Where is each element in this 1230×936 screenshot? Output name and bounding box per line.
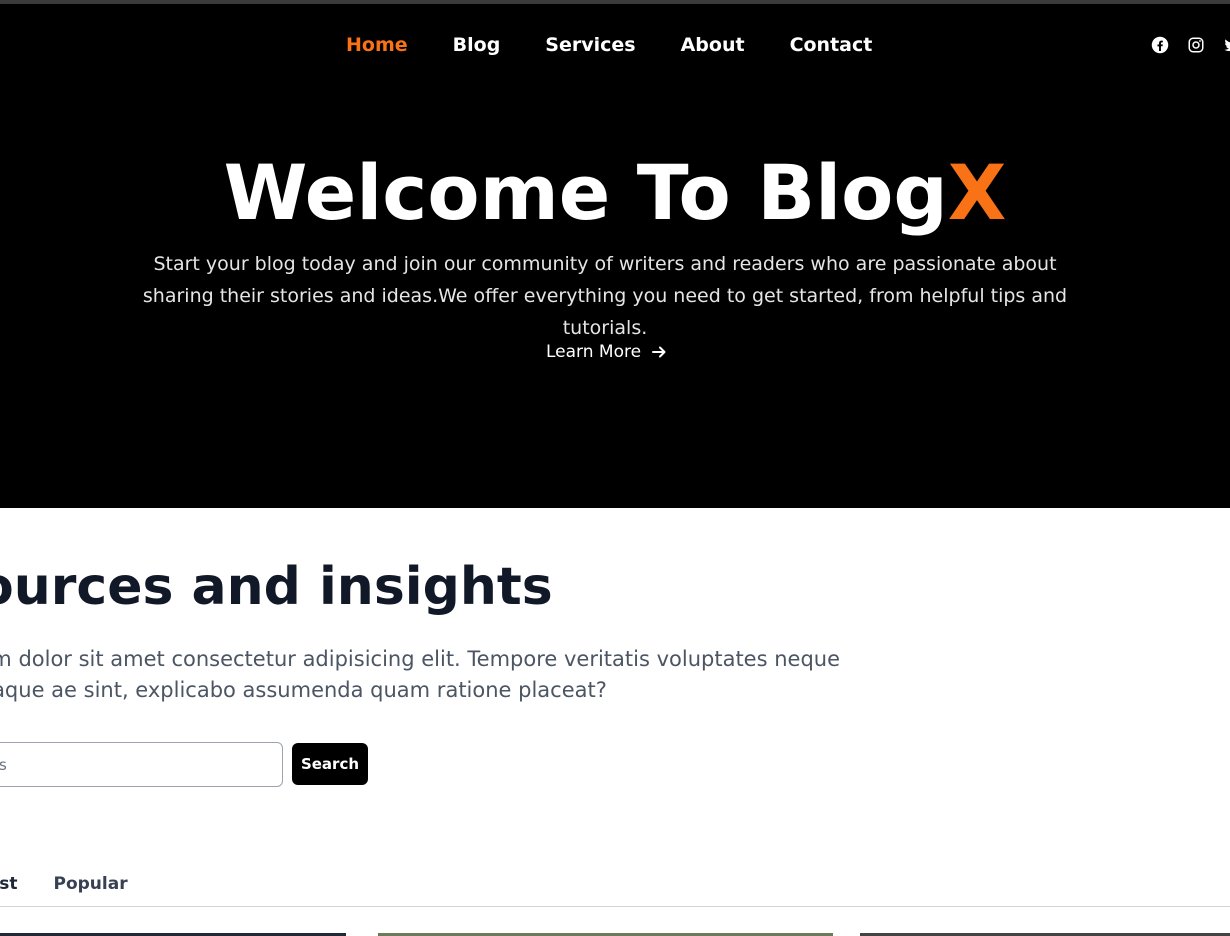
- main-nav: Home Blog Services About Contact: [346, 30, 917, 60]
- resources-description: um dolor sit amet consectetur adipisicin…: [0, 647, 841, 702]
- nav-services[interactable]: Services: [545, 30, 635, 60]
- post-tabs: west Popular: [0, 870, 128, 898]
- tab-divider: [0, 906, 1230, 907]
- facebook-icon[interactable]: [1151, 36, 1169, 54]
- page: Home Blog Services About Contact Welcome…: [0, 0, 1230, 936]
- nav-home[interactable]: Home: [346, 30, 408, 60]
- top-bar: [0, 0, 1230, 4]
- learn-more-button[interactable]: Learn More: [546, 338, 667, 366]
- nav-contact[interactable]: Contact: [790, 30, 873, 60]
- resources-title: ources and insights: [0, 557, 553, 617]
- instagram-icon[interactable]: [1187, 36, 1205, 54]
- social-links: [1151, 36, 1230, 54]
- hero-subtitle: Start your blog today and join our commu…: [142, 253, 1068, 339]
- arrow-right-icon: [652, 346, 666, 358]
- learn-more-label: Learn More: [546, 342, 642, 362]
- nav-about[interactable]: About: [681, 30, 745, 60]
- search-input[interactable]: [0, 742, 283, 787]
- twitter-icon[interactable]: [1223, 36, 1230, 54]
- hero-title-accent: X: [947, 148, 1007, 237]
- search-button[interactable]: Search: [292, 743, 368, 785]
- tab-popular[interactable]: Popular: [53, 870, 127, 898]
- hero-title: Welcome To BlogX: [0, 148, 1230, 238]
- tab-newest[interactable]: west: [0, 870, 17, 898]
- hero-section: Home Blog Services About Contact Welcome…: [0, 0, 1230, 508]
- hero-title-main: Welcome To Blog: [223, 148, 948, 237]
- nav-blog[interactable]: Blog: [453, 30, 501, 60]
